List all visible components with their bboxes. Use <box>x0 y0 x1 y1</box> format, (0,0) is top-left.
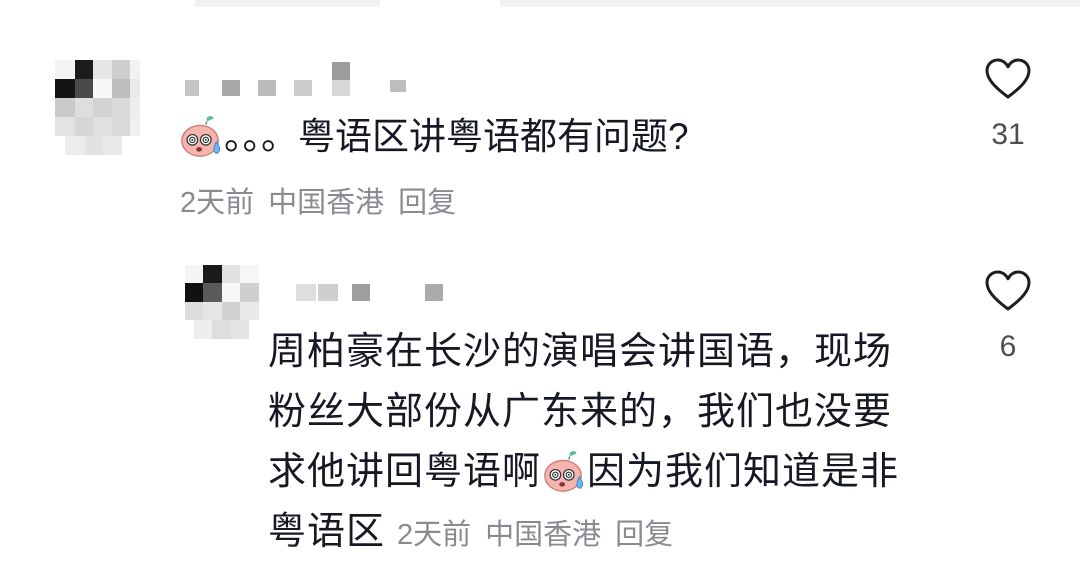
comment-text: 因为我们知道是非 <box>587 451 900 493</box>
username-redacted[interactable] <box>180 58 410 100</box>
like-count: 6 <box>999 330 1017 363</box>
comment-text: 。。。粤语区讲粤语都有问题? <box>224 116 689 157</box>
pink-sweat-face-emoji <box>178 113 224 159</box>
comment-text-line: 周柏豪在长沙的演唱会讲国语，现场 <box>268 331 893 373</box>
comment-location: 中国香港 <box>268 187 385 219</box>
comment-location: 中国香港 <box>485 519 602 551</box>
comment-text-line: 粉丝大部份从广东来的，我们也没要 <box>268 391 893 433</box>
comment-body[interactable]: 周柏豪在长沙的演唱会讲国语，现场 粉丝大部份从广东来的，我们也没要 求他讲回粤语… <box>268 322 948 562</box>
like-button[interactable] <box>985 58 1031 100</box>
comment-meta: 2天前 中国香港 回复 <box>397 519 673 551</box>
comment-meta: 2天前 中国香港 回复 <box>180 183 456 223</box>
reply-button[interactable]: 回复 <box>398 187 456 219</box>
top-divider-right <box>500 0 1080 7</box>
top-divider-left <box>195 0 380 7</box>
avatar[interactable] <box>185 265 259 339</box>
like-button[interactable] <box>985 270 1031 312</box>
reply-button[interactable]: 回复 <box>615 519 673 551</box>
comment-time: 2天前 <box>180 187 255 219</box>
comment-text: 粤语区 <box>268 511 386 553</box>
username-redacted[interactable] <box>290 280 450 304</box>
avatar[interactable] <box>55 60 140 155</box>
comment-time: 2天前 <box>397 519 472 551</box>
comment-text: 求他讲回粤语啊 <box>268 451 542 493</box>
comment-text-line: 求他讲回粤语啊 因为我们知道是非 <box>268 442 948 502</box>
comment-body[interactable]: 。。。粤语区讲粤语都有问题? <box>178 112 689 162</box>
heart-outline-icon <box>985 270 1031 311</box>
heart-outline-icon <box>985 58 1031 99</box>
pink-sweat-face-emoji <box>541 448 587 494</box>
comment-text-line: 粤语区 2天前 中国香港 回复 <box>268 502 948 562</box>
like-count: 31 <box>991 118 1025 151</box>
